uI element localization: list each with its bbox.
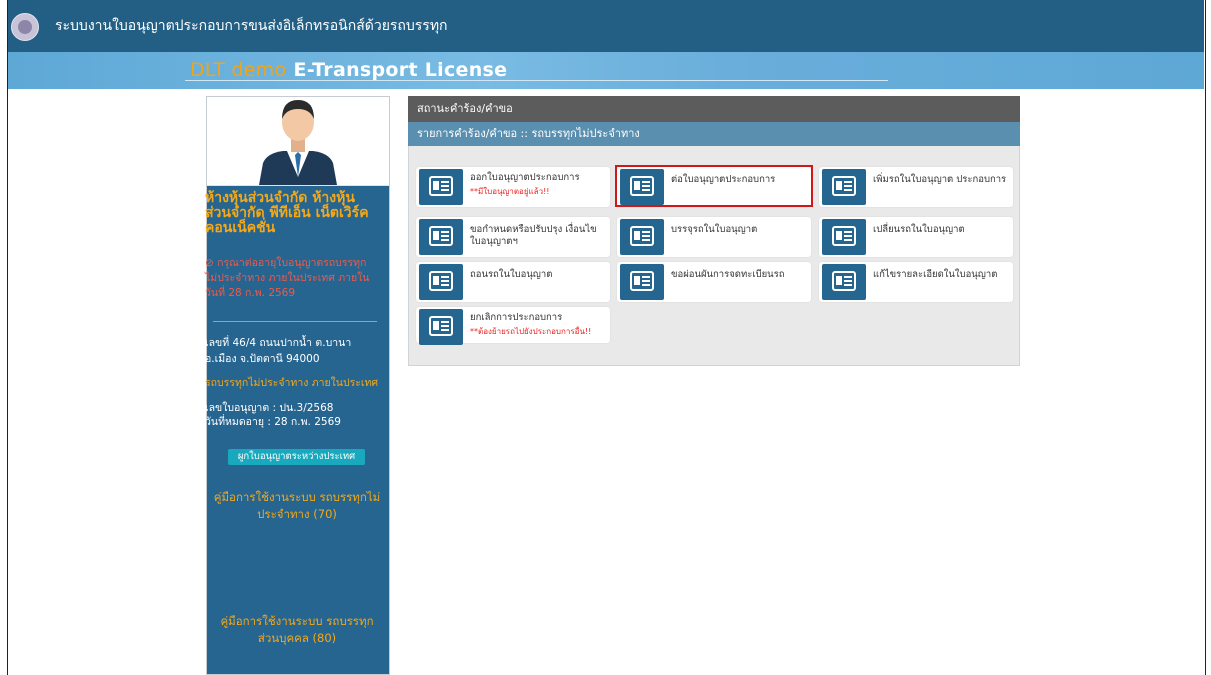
brand-banner [8, 52, 1204, 89]
card-label: เปลี่ยนรถในใบอนุญาต [873, 224, 965, 235]
card-add-vehicle[interactable]: เพิ่มรถในใบอนุญาต ประกอบการ [819, 167, 1013, 207]
card-renew-license[interactable]: ต่อใบอนุญาตประกอบการ [617, 167, 811, 207]
card-change-vehicle[interactable]: เปลี่ยนรถในใบอนุญาต [819, 217, 1013, 257]
card-edit-details[interactable]: แก้ไขรายละเอียดในใบอนุญาต [819, 262, 1013, 302]
card-issue-license[interactable]: ออกใบอนุญาตประกอบการ **มีใบอนุญาตอยู่แล้ว… [416, 167, 610, 207]
document-form-icon [822, 264, 866, 300]
card-label: เพิ่มรถในใบอนุญาต ประกอบการ [873, 174, 1007, 185]
card-label: ถอนรถในใบอนุญาต [470, 269, 553, 280]
card-label: ยกเลิกการประกอบการ [470, 312, 563, 323]
avatar [207, 97, 389, 186]
license-type: รถบรรทุกไม่ประจำทาง ภายในประเทศ [205, 377, 379, 389]
system-title: ระบบงานใบอนุญาตประกอบการขนส่งอิเล็กทรอนิ… [55, 18, 448, 34]
document-form-icon [419, 309, 463, 345]
panel-header: สถานะคำร้อง/คำขอ [408, 96, 1020, 122]
document-form-icon [822, 219, 866, 255]
bind-international-license-button[interactable]: ผูกใบอนุญาตระหว่างประเทศ [228, 449, 365, 465]
document-form-icon [620, 219, 664, 255]
company-name: ห้างหุ้นส่วนจำกัด ห้างหุ้นส่วนจำกัด พีที… [205, 190, 369, 236]
license-info: เลขใบอนุญาต : ปน.3/2568 วันที่หมดอายุ : … [205, 401, 380, 429]
card-register-vehicle[interactable]: บรรจุรถในใบอนุญาต [617, 217, 811, 257]
card-note: **ต้องย้ายรถไปยังประกอบการอื่น!! [470, 327, 592, 336]
card-label: ออกใบอนุญาตประกอบการ [470, 172, 580, 183]
manual-link-non-fixed-route[interactable]: คู่มือการใช้งานระบบ รถบรรทุกไม่ประจำทาง … [212, 489, 382, 523]
card-label: แก้ไขรายละเอียดในใบอนุญาต [873, 269, 998, 280]
card-label: ขอกำหนดหรือปรับปรุง เงื่อนไขใบอนุญาตฯ [470, 224, 597, 247]
brand-suffix: E-Transport License [293, 59, 508, 81]
card-label: บรรจุรถในใบอนุญาต [671, 224, 758, 235]
card-remove-vehicle[interactable]: ถอนรถในใบอนุญาต [416, 262, 610, 302]
renewal-warning: ⊘ กรุณาต่ออายุใบอนุญาตรถบรรทุกไม่ประจำทา… [205, 257, 370, 299]
department-seal-icon [11, 13, 39, 41]
card-registration-deferral[interactable]: ขอผ่อนผันการจดทะเบียนรถ [617, 262, 811, 302]
license-expiry: วันที่หมดอายุ : 28 ก.พ. 2569 [205, 416, 341, 428]
document-form-icon [822, 169, 866, 205]
brand-prefix: DLT demo [190, 59, 287, 81]
company-address: เลขที่ 46/4 ถนนปากน้ำ ต.บานา อ.เมือง จ.ป… [205, 337, 352, 365]
card-label: ต่อใบอนุญาตประกอบการ [671, 174, 776, 185]
card-cancel-business[interactable]: ยกเลิกการประกอบการ **ต้องย้ายรถไปยังประกอ… [416, 307, 610, 345]
document-form-icon [419, 264, 463, 300]
document-form-icon [620, 264, 664, 300]
manual-link-private-truck[interactable]: คู่มือการใช้งานระบบ รถบรรทุกส่วนบุคคล (8… [212, 613, 382, 647]
document-form-icon [419, 219, 463, 255]
card-set-conditions[interactable]: ขอกำหนดหรือปรับปรุง เงื่อนไขใบอนุญาตฯ [416, 217, 610, 257]
document-form-icon [620, 169, 664, 205]
panel-subheader: รายการคำร้อง/คำขอ :: รถบรรทุกไม่ประจำทาง [408, 122, 1020, 146]
businessman-avatar-icon [259, 100, 337, 185]
sidebar-divider [213, 321, 377, 322]
card-label: ขอผ่อนผันการจดทะเบียนรถ [671, 269, 785, 280]
license-number: เลขใบอนุญาต : ปน.3/2568 [205, 402, 334, 414]
document-form-icon [419, 169, 463, 205]
brand-title: DLT demo E-Transport License [190, 59, 507, 81]
card-note: **มีใบอนุญาตอยู่แล้ว!! [470, 187, 550, 196]
